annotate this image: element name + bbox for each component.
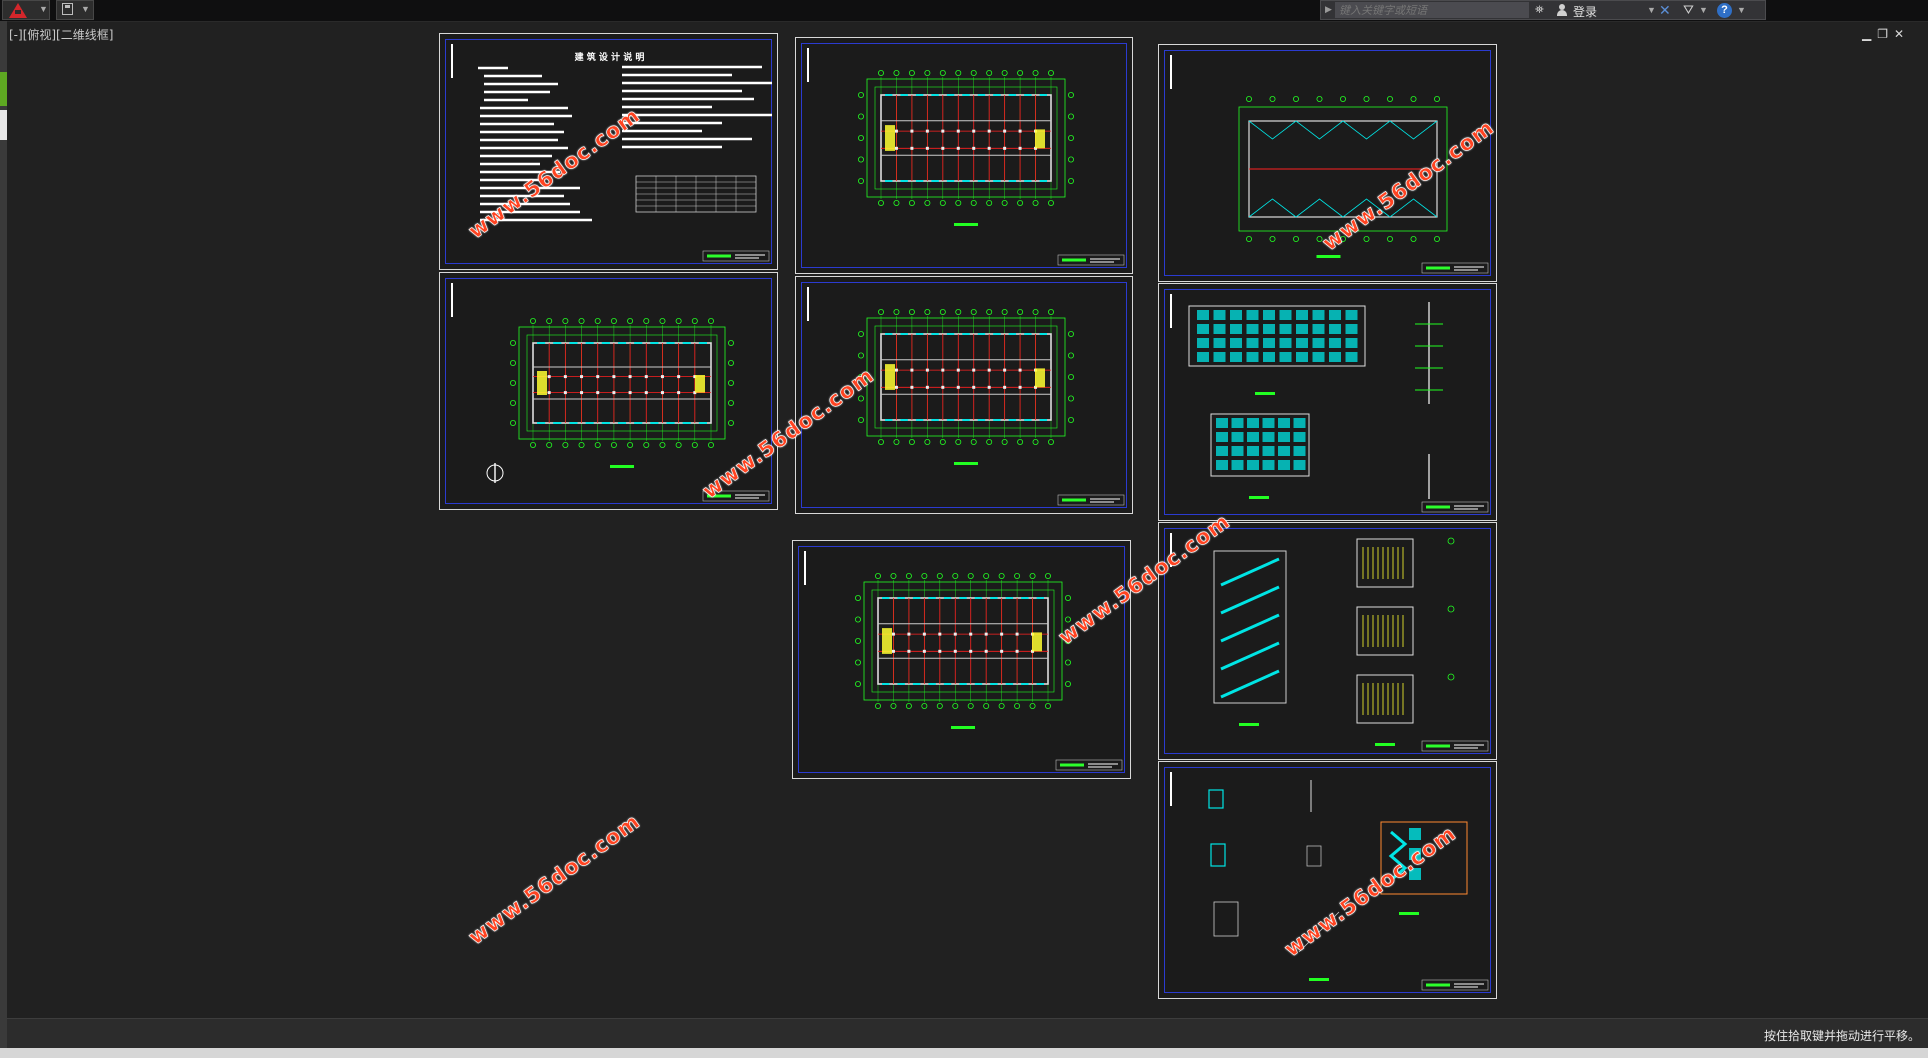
drawing-window-controls: ▁❐✕ [1862,27,1910,41]
save-icon [62,3,73,15]
left-edge-tab[interactable] [0,72,7,106]
search-input[interactable] [1335,2,1529,18]
title-bar: ▼ ▼ ▶ ⛯ 登录 ▼ ✕ ⛛ ▼ ? ▼ [0,0,1928,22]
close-icon[interactable]: ✕ [1894,27,1910,41]
application-menu-button[interactable]: ▼ [2,0,50,20]
status-message: 按住拾取键并拖动进行平移。 [1763,1029,1920,1043]
chevron-down-icon[interactable]: ▼ [1699,5,1708,15]
help-icon[interactable]: ? [1717,3,1732,18]
chevron-down-icon: ▼ [81,4,90,14]
search-arrow-icon[interactable]: ▶ [1325,4,1332,15]
left-edge-tab[interactable] [0,110,7,140]
a360-icon[interactable]: ⛛ [1683,2,1694,18]
exchange-x-icon[interactable]: ✕ [1659,3,1673,17]
sheet-graphics: 建 筑 设 计 说 明 [451,44,772,262]
sheet-graphics [1170,772,1489,991]
infocenter-group: ▶ ⛯ 登录 ▼ ✕ ⛛ ▼ ? ▼ [1320,0,1766,20]
left-edge-panel [0,21,7,1058]
status-bar: 按住拾取键并拖动进行平移。 [7,1018,1928,1049]
chevron-down-icon[interactable]: ▼ [1647,5,1656,15]
user-icon[interactable] [1557,4,1567,16]
chevron-down-icon[interactable]: ▼ [1737,5,1746,15]
sheet-misc-details[interactable] [1158,761,1497,999]
sheet-graphics [1170,533,1489,752]
sheet-floor-plan-4[interactable] [792,540,1131,779]
sheet-stair-details[interactable] [1158,522,1497,760]
sheet-graphics [804,551,1123,771]
sheet-elevations[interactable] [1158,283,1497,521]
sheet-floor-plan-2[interactable] [795,37,1133,274]
binoculars-icon[interactable]: ⛯ [1535,4,1544,17]
restore-icon[interactable]: ❐ [1877,27,1894,41]
window-bottom-edge [0,1048,1928,1058]
viewport-controls-label[interactable]: [-][俯视][二维线框] [9,26,113,43]
watermark-text: www.56doc.com [464,809,645,950]
sheet-graphics [807,48,1125,266]
chevron-down-icon: ▼ [39,4,48,14]
minimize-icon[interactable]: ▁ [1862,27,1877,41]
sheet-graphics [1170,294,1489,513]
login-button[interactable]: 登录 [1573,3,1597,20]
quick-access-save-button[interactable]: ▼ [56,0,94,20]
autocad-logo-icon [9,3,27,18]
notes-title: 建 筑 设 计 说 明 [575,51,645,63]
